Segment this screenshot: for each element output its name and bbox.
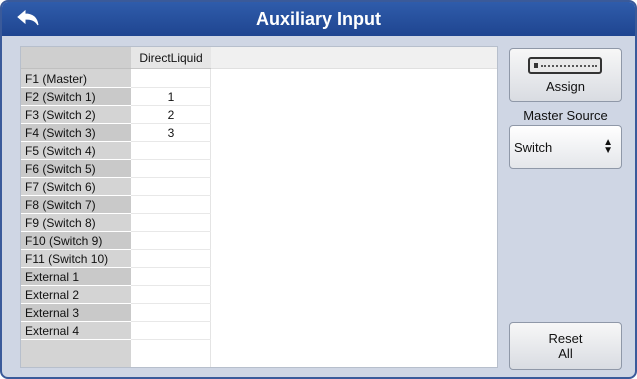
row-label: F7 (Switch 6) [21,178,131,196]
up-down-arrows-icon: ▲ ▼ [603,137,613,156]
row-value-cell[interactable] [131,160,211,178]
title-bar: Auxiliary Input [2,2,635,36]
row-label: External 1 [21,268,131,286]
row-label: External 2 [21,286,131,304]
row-value-cell[interactable]: 3 [131,124,211,142]
row-value-cell[interactable] [131,142,211,160]
table-row[interactable]: F1 (Master) [21,70,211,88]
column-header-directliquid: DirectLiquid [131,47,211,69]
table-row[interactable]: External 1 [21,268,211,286]
row-label: F4 (Switch 3) [21,124,131,142]
row-value-cell[interactable] [131,214,211,232]
assign-button-label: Assign [545,79,586,94]
table-row[interactable]: External 3 [21,304,211,322]
row-value-cell[interactable]: 1 [131,88,211,106]
window-title: Auxiliary Input [255,9,381,29]
table-row[interactable]: F10 (Switch 9) [21,232,211,250]
table-row[interactable]: F3 (Switch 2) 2 [21,106,211,124]
assign-button[interactable]: Assign [509,48,622,102]
auxiliary-input-table: DirectLiquid F1 (Master) F2 (Switch 1) 1 F3… [20,46,498,368]
reset-all-label: Reset All [548,331,583,361]
auxiliary-input-window: Auxiliary Input DirectLiquid F1 (Master)… [0,0,637,379]
keypad-icon [528,57,602,74]
row-label: External 4 [21,322,131,340]
row-value-cell[interactable] [131,322,211,340]
row-label: F1 (Master) [21,70,131,88]
table-row[interactable]: F7 (Switch 6) [21,178,211,196]
table-row[interactable]: F6 (Switch 5) [21,160,211,178]
row-label: F6 (Switch 5) [21,160,131,178]
row-value-cell[interactable] [131,232,211,250]
master-source-label: Master Source [523,108,608,123]
table-row[interactable]: F9 (Switch 8) [21,214,211,232]
table-row[interactable]: F2 (Switch 1) 1 [21,88,211,106]
row-value-cell[interactable] [131,250,211,268]
row-value-cell[interactable] [131,70,211,88]
row-label: F3 (Switch 2) [21,106,131,124]
reset-all-button[interactable]: Reset All [509,322,622,370]
row-value-cell[interactable] [131,178,211,196]
table-header-empty [211,47,497,69]
row-value-cell[interactable] [131,196,211,214]
row-value-cell[interactable] [131,304,211,322]
table-row[interactable]: External 2 [21,286,211,304]
row-value-cell[interactable] [131,286,211,304]
table-row[interactable]: F8 (Switch 7) [21,196,211,214]
table-row[interactable]: External 4 [21,322,211,340]
row-label: F5 (Switch 4) [21,142,131,160]
table-row[interactable]: F4 (Switch 3) 3 [21,124,211,142]
row-label: External 3 [21,304,131,322]
row-label: F10 (Switch 9) [21,232,131,250]
row-label: F8 (Switch 7) [21,196,131,214]
row-label: F11 (Switch 10) [21,250,131,268]
table-row[interactable]: F11 (Switch 10) [21,250,211,268]
master-source-select[interactable]: Switch ▲ ▼ [509,125,622,169]
table-header-corner [21,47,131,69]
row-value-cell[interactable]: 2 [131,106,211,124]
row-label: F2 (Switch 1) [21,88,131,106]
table-row[interactable]: F5 (Switch 4) [21,142,211,160]
row-value-cell[interactable] [131,268,211,286]
master-source-value: Switch [514,140,553,155]
row-label: F9 (Switch 8) [21,214,131,232]
